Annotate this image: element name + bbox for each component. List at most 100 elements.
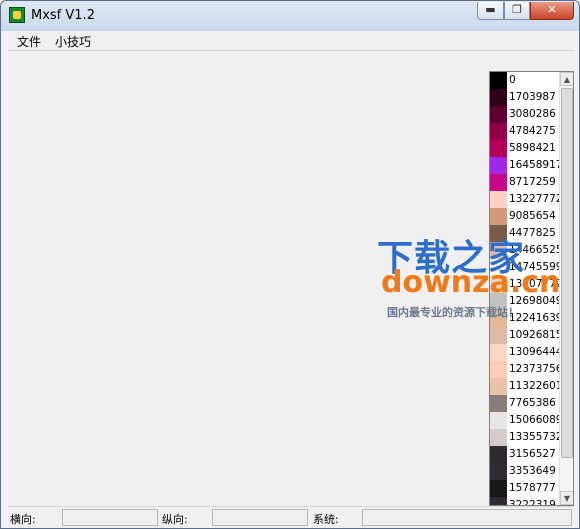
minimize-button[interactable]: ▬ xyxy=(477,2,504,20)
color-value: 0 xyxy=(509,74,516,86)
palette-row[interactable]: 13355732 xyxy=(490,429,563,446)
app-window: Mxsf V1.2 ▬ ❐ ✕ 文件 小技巧 3222319 1578777 335… xyxy=(0,0,580,529)
scroll-down-button[interactable]: ▼ xyxy=(560,491,573,505)
status-bar: 横向: 纵向: 系统: xyxy=(8,506,574,528)
palette-row[interactable]: 13107772 xyxy=(490,276,563,293)
color-swatch xyxy=(490,123,507,140)
color-swatch xyxy=(490,497,507,505)
color-value: 14466525 xyxy=(509,244,563,256)
palette-row[interactable]: 3080286 xyxy=(490,106,560,123)
canvas-area[interactable]: 3222319 1578777 3353649 3156527 13355732 1506… xyxy=(8,51,574,506)
palette-row[interactable]: 12373756 xyxy=(490,361,563,378)
color-swatch xyxy=(490,412,507,429)
color-swatch xyxy=(490,395,507,412)
color-swatch xyxy=(490,480,507,497)
color-value: 13096444 xyxy=(509,346,563,358)
menu-bar: 文件 小技巧 xyxy=(8,31,574,51)
menu-file[interactable]: 文件 xyxy=(17,33,41,50)
palette-row[interactable]: 12698049 xyxy=(490,293,563,310)
palette-row[interactable]: 10926815 xyxy=(490,327,563,344)
color-swatch xyxy=(490,259,507,276)
palette-scrollbar[interactable]: ▲ ▼ xyxy=(559,72,573,505)
app-icon xyxy=(9,7,25,23)
color-swatch xyxy=(490,72,507,89)
color-swatch xyxy=(490,106,507,123)
color-value: 3080286 xyxy=(509,108,556,120)
color-swatch xyxy=(490,344,507,361)
color-swatch xyxy=(490,310,507,327)
color-swatch xyxy=(490,208,507,225)
color-value: 13107772 xyxy=(509,278,563,290)
palette-row[interactable]: 8717259 xyxy=(490,174,560,191)
vertical-label: 纵向: xyxy=(162,513,188,526)
scroll-thumb[interactable] xyxy=(561,88,573,458)
window-title: Mxsf V1.2 xyxy=(31,8,95,23)
palette-row[interactable]: 13227772 xyxy=(490,191,563,208)
palette-row[interactable]: 1703987 xyxy=(490,89,560,106)
color-swatch xyxy=(490,242,507,259)
color-swatch xyxy=(490,89,507,106)
color-value: 13227772 xyxy=(509,193,563,205)
color-swatch xyxy=(490,378,507,395)
color-value: 3156527 xyxy=(509,448,556,460)
color-value: 10926815 xyxy=(509,329,563,341)
color-swatch xyxy=(490,191,507,208)
color-value: 11322601 xyxy=(509,380,563,392)
palette-row[interactable]: 9085654 xyxy=(490,208,560,225)
horizontal-value-field xyxy=(62,509,158,526)
horizontal-label: 横向: xyxy=(10,513,36,526)
color-swatch xyxy=(490,157,507,174)
color-value: 3353649 xyxy=(509,465,556,477)
color-swatch xyxy=(490,276,507,293)
color-swatch xyxy=(490,327,507,344)
palette-row[interactable]: 14466525 xyxy=(490,242,563,259)
color-value: 4784275 xyxy=(509,125,556,137)
color-palette-list[interactable]: 3222319 1578777 3353649 3156527 13355732 1506… xyxy=(489,71,574,506)
scroll-up-button[interactable]: ▲ xyxy=(560,72,573,86)
palette-row[interactable]: 0 xyxy=(490,72,560,89)
color-value: 15066089 xyxy=(509,414,563,426)
color-swatch xyxy=(490,446,507,463)
palette-row[interactable]: 15066089 xyxy=(490,412,563,429)
palette-row[interactable]: 16458917 xyxy=(490,157,563,174)
system-value-field xyxy=(362,509,572,526)
palette-row[interactable]: 5898421 xyxy=(490,140,560,157)
color-swatch xyxy=(490,429,507,446)
palette-row[interactable]: 3156527 xyxy=(490,446,560,463)
color-value: 3222319 xyxy=(509,499,556,506)
maximize-button[interactable]: ❐ xyxy=(504,2,530,20)
color-value: 4477825 xyxy=(509,227,556,239)
palette-row[interactable]: 13096444 xyxy=(490,344,563,361)
palette-row[interactable]: 7765386 xyxy=(490,395,560,412)
color-value: 7765386 xyxy=(509,397,556,409)
palette-row[interactable]: 1578777 xyxy=(490,480,560,497)
palette-row[interactable]: 14745599 xyxy=(490,259,563,276)
color-value: 9085654 xyxy=(509,210,556,222)
menu-tips[interactable]: 小技巧 xyxy=(55,33,91,50)
color-value: 12241639 xyxy=(509,312,563,324)
system-label: 系统: xyxy=(313,513,339,526)
color-value: 1703987 xyxy=(509,91,556,103)
color-value: 14745599 xyxy=(509,261,563,273)
color-value: 12698049 xyxy=(509,295,563,307)
color-swatch xyxy=(490,463,507,480)
title-bar[interactable]: Mxsf V1.2 ▬ ❐ ✕ xyxy=(1,1,579,31)
color-swatch xyxy=(490,225,507,242)
color-value: 8717259 xyxy=(509,176,556,188)
close-button[interactable]: ✕ xyxy=(530,2,574,20)
palette-row[interactable]: 3222319 xyxy=(490,497,560,506)
color-value: 5898421 xyxy=(509,142,556,154)
palette-row[interactable]: 4784275 xyxy=(490,123,560,140)
color-value: 13355732 xyxy=(509,431,563,443)
vertical-value-field xyxy=(212,509,308,526)
color-value: 1578777 xyxy=(509,482,556,494)
color-swatch xyxy=(490,293,507,310)
color-swatch xyxy=(490,361,507,378)
palette-row[interactable]: 4477825 xyxy=(490,225,560,242)
color-swatch xyxy=(490,140,507,157)
palette-row[interactable]: 3353649 xyxy=(490,463,560,480)
color-value: 12373756 xyxy=(509,363,563,375)
color-value: 16458917 xyxy=(509,159,563,171)
palette-row[interactable]: 11322601 xyxy=(490,378,563,395)
palette-row[interactable]: 12241639 xyxy=(490,310,563,327)
